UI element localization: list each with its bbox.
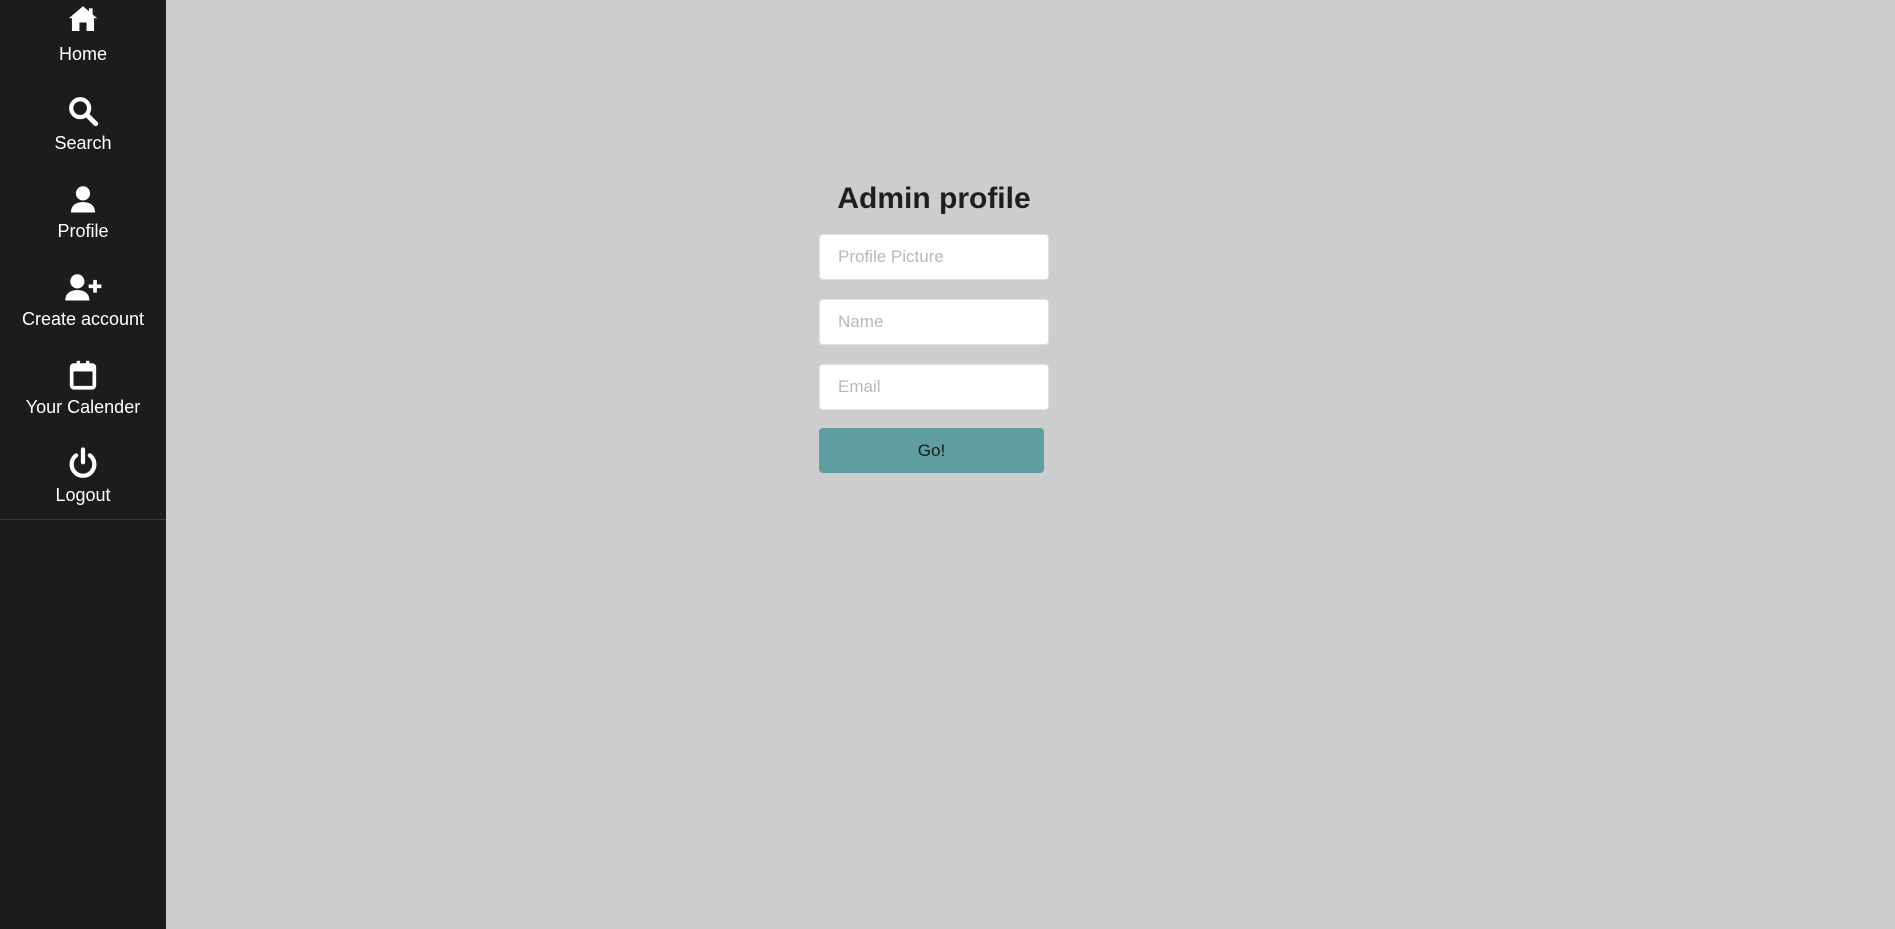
power-icon	[66, 446, 100, 480]
sidebar-item-label: Your Calender	[25, 397, 141, 417]
sidebar-item-label: Logout	[55, 485, 111, 505]
user-icon	[66, 182, 100, 216]
sidebar-item-label: Profile	[57, 221, 109, 241]
sidebar-nav: Home Search Profile Create account Your	[0, 0, 166, 520]
sidebar-item-logout[interactable]: Logout	[0, 440, 166, 528]
sidebar-item-home[interactable]: Home	[0, 0, 166, 88]
page-title: Admin profile	[837, 182, 1031, 215]
sidebar-item-create-account[interactable]: Create account	[0, 264, 166, 352]
search-icon	[66, 94, 100, 128]
sidebar-item-label: Create account	[21, 309, 145, 329]
sidebar-item-label: Home	[58, 44, 107, 64]
submit-button[interactable]: Go!	[819, 428, 1044, 473]
calendar-icon	[66, 358, 100, 392]
home-icon	[66, 2, 100, 36]
profile-picture-field[interactable]	[819, 234, 1049, 280]
sidebar-item-profile[interactable]: Profile	[0, 176, 166, 264]
name-field[interactable]	[819, 299, 1049, 345]
user-plus-icon	[63, 270, 103, 304]
sidebar-item-search[interactable]: Search	[0, 88, 166, 176]
sidebar-item-label: Search	[54, 133, 112, 153]
sidebar-item-calendar[interactable]: Your Calender	[0, 352, 166, 440]
email-field[interactable]	[819, 364, 1049, 410]
sidebar: Home Search Profile Create account Your	[0, 0, 166, 929]
